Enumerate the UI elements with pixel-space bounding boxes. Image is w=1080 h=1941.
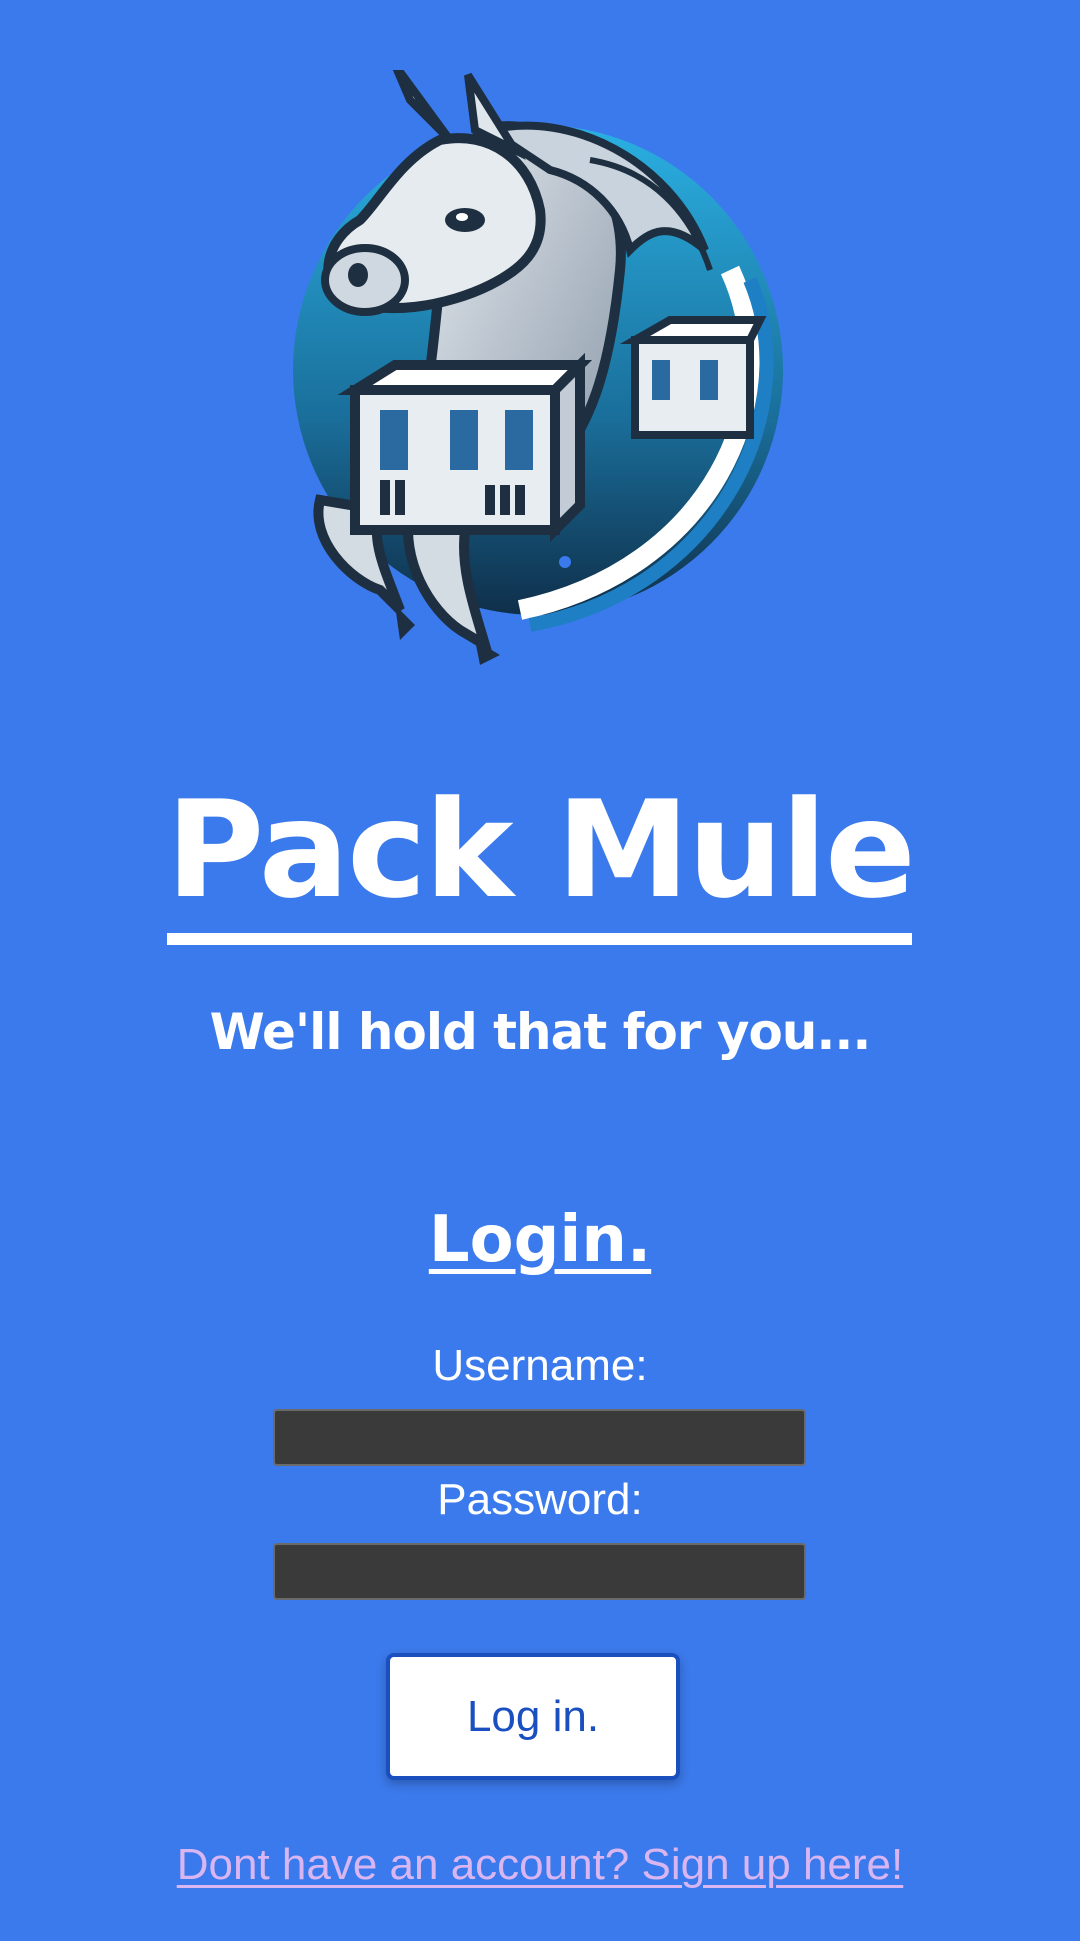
username-input[interactable] — [273, 1409, 806, 1466]
app-title: Pack Mule — [166, 772, 916, 928]
signup-link[interactable]: Dont have an account? Sign up here! — [0, 1837, 1080, 1893]
login-button[interactable]: Log in. — [386, 1653, 680, 1780]
pack-mule-logo — [290, 70, 790, 670]
username-label: Username: — [432, 1341, 648, 1390]
tagline: We'll hold that for you... — [209, 1003, 872, 1061]
password-input[interactable] — [273, 1543, 806, 1600]
password-label: Password: — [437, 1475, 643, 1524]
login-heading: Login. — [428, 1203, 652, 1277]
title-underline — [167, 933, 912, 945]
